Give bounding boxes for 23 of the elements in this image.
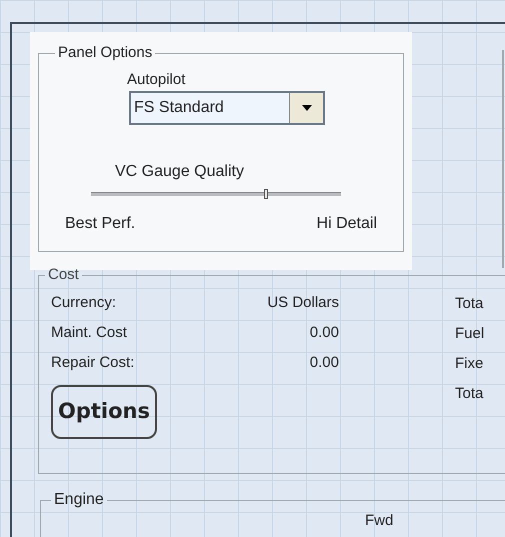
group-label: Engine (53, 490, 105, 510)
slider-label: VC Gauge Quality (115, 162, 244, 182)
options-button[interactable]: Options (51, 384, 157, 438)
cost-label: Currency: (51, 293, 118, 314)
cost-label: Tota (455, 294, 484, 314)
slider-max-label: Hi Detail (316, 214, 377, 234)
autopilot-dropdown[interactable]: FS Standard (129, 91, 325, 125)
group-label: Panel Options (57, 43, 154, 63)
cost-label: Tota (455, 384, 484, 404)
quality-slider-track[interactable] (91, 192, 341, 196)
caret-icon (302, 105, 312, 111)
cost-label: Maint. Cost (51, 323, 128, 344)
cost-value: 0.00 (308, 323, 339, 344)
slider-min-label: Best Perf. (65, 214, 136, 234)
autopilot-label: Autopilot (127, 70, 186, 90)
cost-label: Fuel (455, 324, 484, 344)
cost-value: US Dollars (266, 293, 339, 314)
cost-label: Fixe (455, 354, 484, 374)
cost-value: 0.00 (308, 353, 339, 374)
cost-label: Repair Cost: (51, 353, 136, 374)
column-header: Fwd (365, 511, 394, 531)
group-label: Cost (47, 265, 80, 285)
slider-thumb[interactable] (264, 189, 268, 199)
